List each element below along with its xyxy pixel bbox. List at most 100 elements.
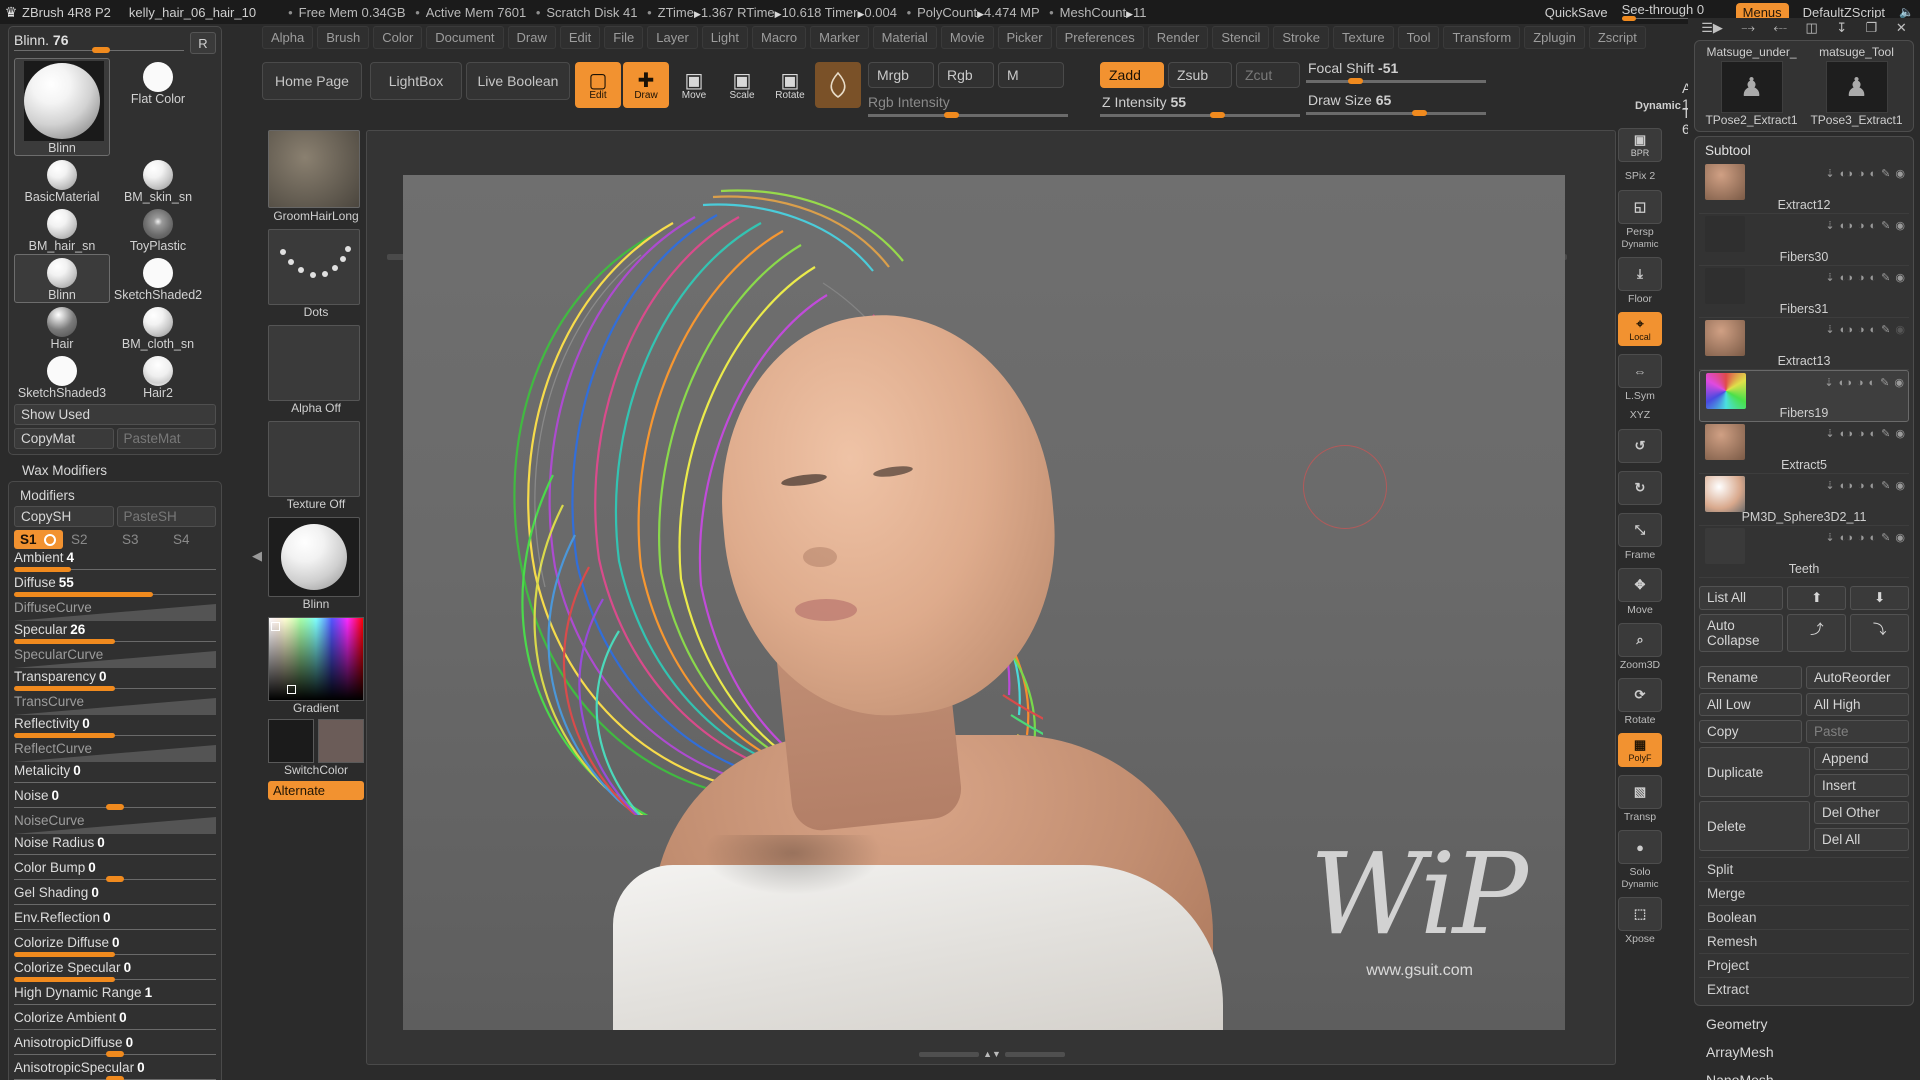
material-flat-color[interactable]: Flat Color <box>110 58 206 107</box>
slider-ambient[interactable]: Ambient 4 <box>14 550 216 574</box>
menu-item-edit[interactable]: Edit <box>559 25 601 49</box>
canvas-tool-transp-arrow[interactable]: ↺ <box>1618 429 1662 463</box>
canvas-tool-label-spix[interactable]: SPix 2 <box>1616 170 1664 182</box>
viewport[interactable]: WiP www.gsuit.com <box>403 175 1565 1030</box>
menu-item-tool[interactable]: Tool <box>1397 25 1440 49</box>
subtool-row[interactable]: ⇣ ◐◑ ◑ ◐ ✎ ◉ Teeth <box>1699 526 1909 578</box>
show-used-button[interactable]: Show Used <box>14 404 216 425</box>
subtool-polypaint-icon[interactable]: ◑ <box>1858 220 1865 232</box>
rename-button[interactable]: Rename <box>1699 666 1802 689</box>
live-boolean-button[interactable]: Live Boolean <box>466 62 570 100</box>
curve-noisecurve[interactable]: NoiseCurve <box>14 813 216 834</box>
copy-subtool-button[interactable]: Copy <box>1699 720 1802 743</box>
menu-item-brush[interactable]: Brush <box>317 25 370 49</box>
menu-item-file[interactable]: File <box>604 25 644 49</box>
subtool-merge-icon[interactable]: ⇣ <box>1825 219 1834 232</box>
tool-thumb-0[interactable]: Matsuge_under_ <box>1699 45 1804 59</box>
close-icon[interactable]: ✕ <box>1896 20 1907 36</box>
scroll-left-thumb[interactable] <box>919 1051 980 1057</box>
menu-item-layer[interactable]: Layer <box>647 25 698 49</box>
texture-thumbnail[interactable] <box>268 421 360 497</box>
slider-track[interactable] <box>14 904 216 905</box>
slider-high-dynamic-range[interactable]: High Dynamic Range 1 <box>14 985 216 1009</box>
slider-color-bump[interactable]: Color Bump 0 <box>14 860 216 884</box>
slider-track[interactable] <box>14 782 216 783</box>
subtool-icons[interactable]: ⇣ ◐◑ ◑ ◐ ✎ ◉ <box>1825 271 1905 285</box>
subtool-paint-icon[interactable]: ✎ <box>1881 271 1890 284</box>
shader-tab-s1[interactable]: S1 <box>14 530 63 549</box>
duplicate-button[interactable]: Duplicate <box>1699 747 1810 797</box>
tool-thumb-3[interactable]: ♟ TPose3_Extract1 <box>1804 61 1909 127</box>
subtool-icons[interactable]: ⇣ ◐◑ ◑ ◐ ✎ ◉ <box>1825 427 1905 441</box>
slider-colorize-diffuse[interactable]: Colorize Diffuse 0 <box>14 935 216 959</box>
material-sketchshaded3[interactable]: SketchShaded3 <box>14 352 110 401</box>
tool-panel-icon-row[interactable]: ☰▶ ⤍ ⤎ ◫ ↧ ❐ ✕ <box>1688 18 1920 36</box>
slider-noise[interactable]: Noise 0 <box>14 788 216 812</box>
curve-transcurve[interactable]: TransCurve <box>14 694 216 715</box>
slider-track[interactable] <box>14 1029 216 1030</box>
import-icon[interactable]: ◫ <box>1805 20 1817 36</box>
m-button[interactable]: M <box>998 62 1064 88</box>
move-subtool-up-button[interactable]: ⬆ <box>1787 586 1847 610</box>
subtool-paint-icon[interactable]: ✎ <box>1881 219 1890 232</box>
menu-item-light[interactable]: Light <box>701 25 748 49</box>
zcut-button[interactable]: Zcut <box>1236 62 1300 88</box>
paste-mat-button[interactable]: PasteMat <box>116 428 216 449</box>
canvas-tool-polyframe[interactable]: ▦ PolyF <box>1618 733 1662 767</box>
slider-specular[interactable]: Specular 26 <box>14 622 216 646</box>
subtool-merge-icon[interactable]: ⇣ <box>1825 271 1834 284</box>
material-thumbnail[interactable] <box>268 517 360 597</box>
subtool-operations-list[interactable]: Split Merge Boolean Remesh Project Extract <box>1699 857 1909 1001</box>
current-brush-button[interactable] <box>815 62 861 108</box>
subtool-row[interactable]: ⇣ ◐◑ ◑ ◐ ✎ ◉ PM3D_Sphere3D2_11 <box>1699 474 1909 526</box>
menu-item-macro[interactable]: Macro <box>751 25 807 49</box>
material-hair[interactable]: Hair <box>14 303 110 352</box>
canvas-tool-xpose[interactable]: ⬚ <box>1618 897 1662 931</box>
subtool-paint-icon[interactable]: ✎ <box>1881 531 1890 544</box>
shader-tab-s2[interactable]: S2 <box>65 530 114 549</box>
export-icon[interactable]: ↧ <box>1836 20 1847 36</box>
color-picker[interactable] <box>268 617 364 701</box>
subtool-transparency-icon[interactable]: ◐ <box>1870 324 1877 336</box>
tool-section-arraymesh[interactable]: ArrayMesh <box>1688 1038 1920 1066</box>
subtool-transparency-icon[interactable]: ◐ <box>1870 428 1877 440</box>
merge-down-button[interactable]: ⤵ <box>1850 614 1909 652</box>
subtool-smooth-icon[interactable]: ◐◑ <box>1840 272 1853 284</box>
subtool-row[interactable]: ⇣ ◐◑ ◑ ◐ ✎ ◉ Extract12 <box>1699 162 1909 214</box>
subtool-paint-icon[interactable]: ✎ <box>1881 427 1890 440</box>
tool-thumbnails-box[interactable]: Matsuge_under_ matsuge_Tool ♟ TPose2_Extra… <box>1694 40 1914 132</box>
slider-metalicity[interactable]: Metalicity 0 <box>14 763 216 787</box>
auto-collapse-button[interactable]: Auto Collapse <box>1699 614 1784 652</box>
canvas-tool-rotate-canvas[interactable]: ⟳ <box>1618 678 1662 712</box>
panel-collapse-arrow-icon[interactable]: ◀ <box>252 548 262 564</box>
material-reset-button[interactable]: R <box>190 32 216 54</box>
subtool-icons[interactable]: ⇣ ◐◑ ◑ ◐ ✎ ◉ <box>1825 167 1905 181</box>
rotate-button[interactable]: ▣ Rotate <box>767 62 813 108</box>
tool-thumb-2[interactable]: ♟ TPose2_Extract1 <box>1699 61 1804 127</box>
subtool-paint-icon[interactable]: ✎ <box>1881 479 1890 492</box>
subtool-polypaint-icon[interactable]: ◑ <box>1858 272 1865 284</box>
stroke-thumbnail[interactable] <box>268 229 360 305</box>
tool-section-geometry[interactable]: Geometry <box>1688 1010 1920 1038</box>
canvas-tool-local[interactable]: ⌖ Local <box>1618 312 1662 346</box>
all-low-button[interactable]: All Low <box>1699 693 1802 716</box>
material-grid[interactable]: Blinn Flat Color BasicMaterial BM_skin_sn BM… <box>14 58 216 401</box>
del-all-button[interactable]: Del All <box>1814 828 1909 851</box>
color-swatches[interactable] <box>268 719 364 763</box>
slider-knob[interactable] <box>106 804 124 810</box>
slider-reflectivity[interactable]: Reflectivity 0 <box>14 716 216 740</box>
move-button[interactable]: ▣ Move <box>671 62 717 108</box>
subtool-transparency-icon[interactable]: ◐ <box>1870 220 1877 232</box>
menu-item-document[interactable]: Document <box>426 25 504 49</box>
auto-reorder-button[interactable]: AutoReorder <box>1806 666 1909 689</box>
brush-strip-icon[interactable]: ☰▶ <box>1701 20 1723 36</box>
subtool-polypaint-icon[interactable]: ◑ <box>1857 377 1864 389</box>
rgb-button[interactable]: Rgb <box>938 62 994 88</box>
tool-section-nanomesh[interactable]: NanoMesh <box>1688 1066 1920 1080</box>
canvas-tool-rotate-arrow[interactable]: ↻ <box>1618 471 1662 505</box>
menu-item-marker[interactable]: Marker <box>810 25 869 49</box>
subtool-icons[interactable]: ⇣ ◐◑ ◑ ◐ ✎ ◉ <box>1824 376 1904 390</box>
subtool-icons[interactable]: ⇣ ◐◑ ◑ ◐ ✎ ◉ <box>1825 479 1905 493</box>
material-intensity-slider[interactable]: Blinn. 76 <box>14 32 184 54</box>
subtool-eye-icon[interactable]: ◉ <box>1895 479 1905 492</box>
